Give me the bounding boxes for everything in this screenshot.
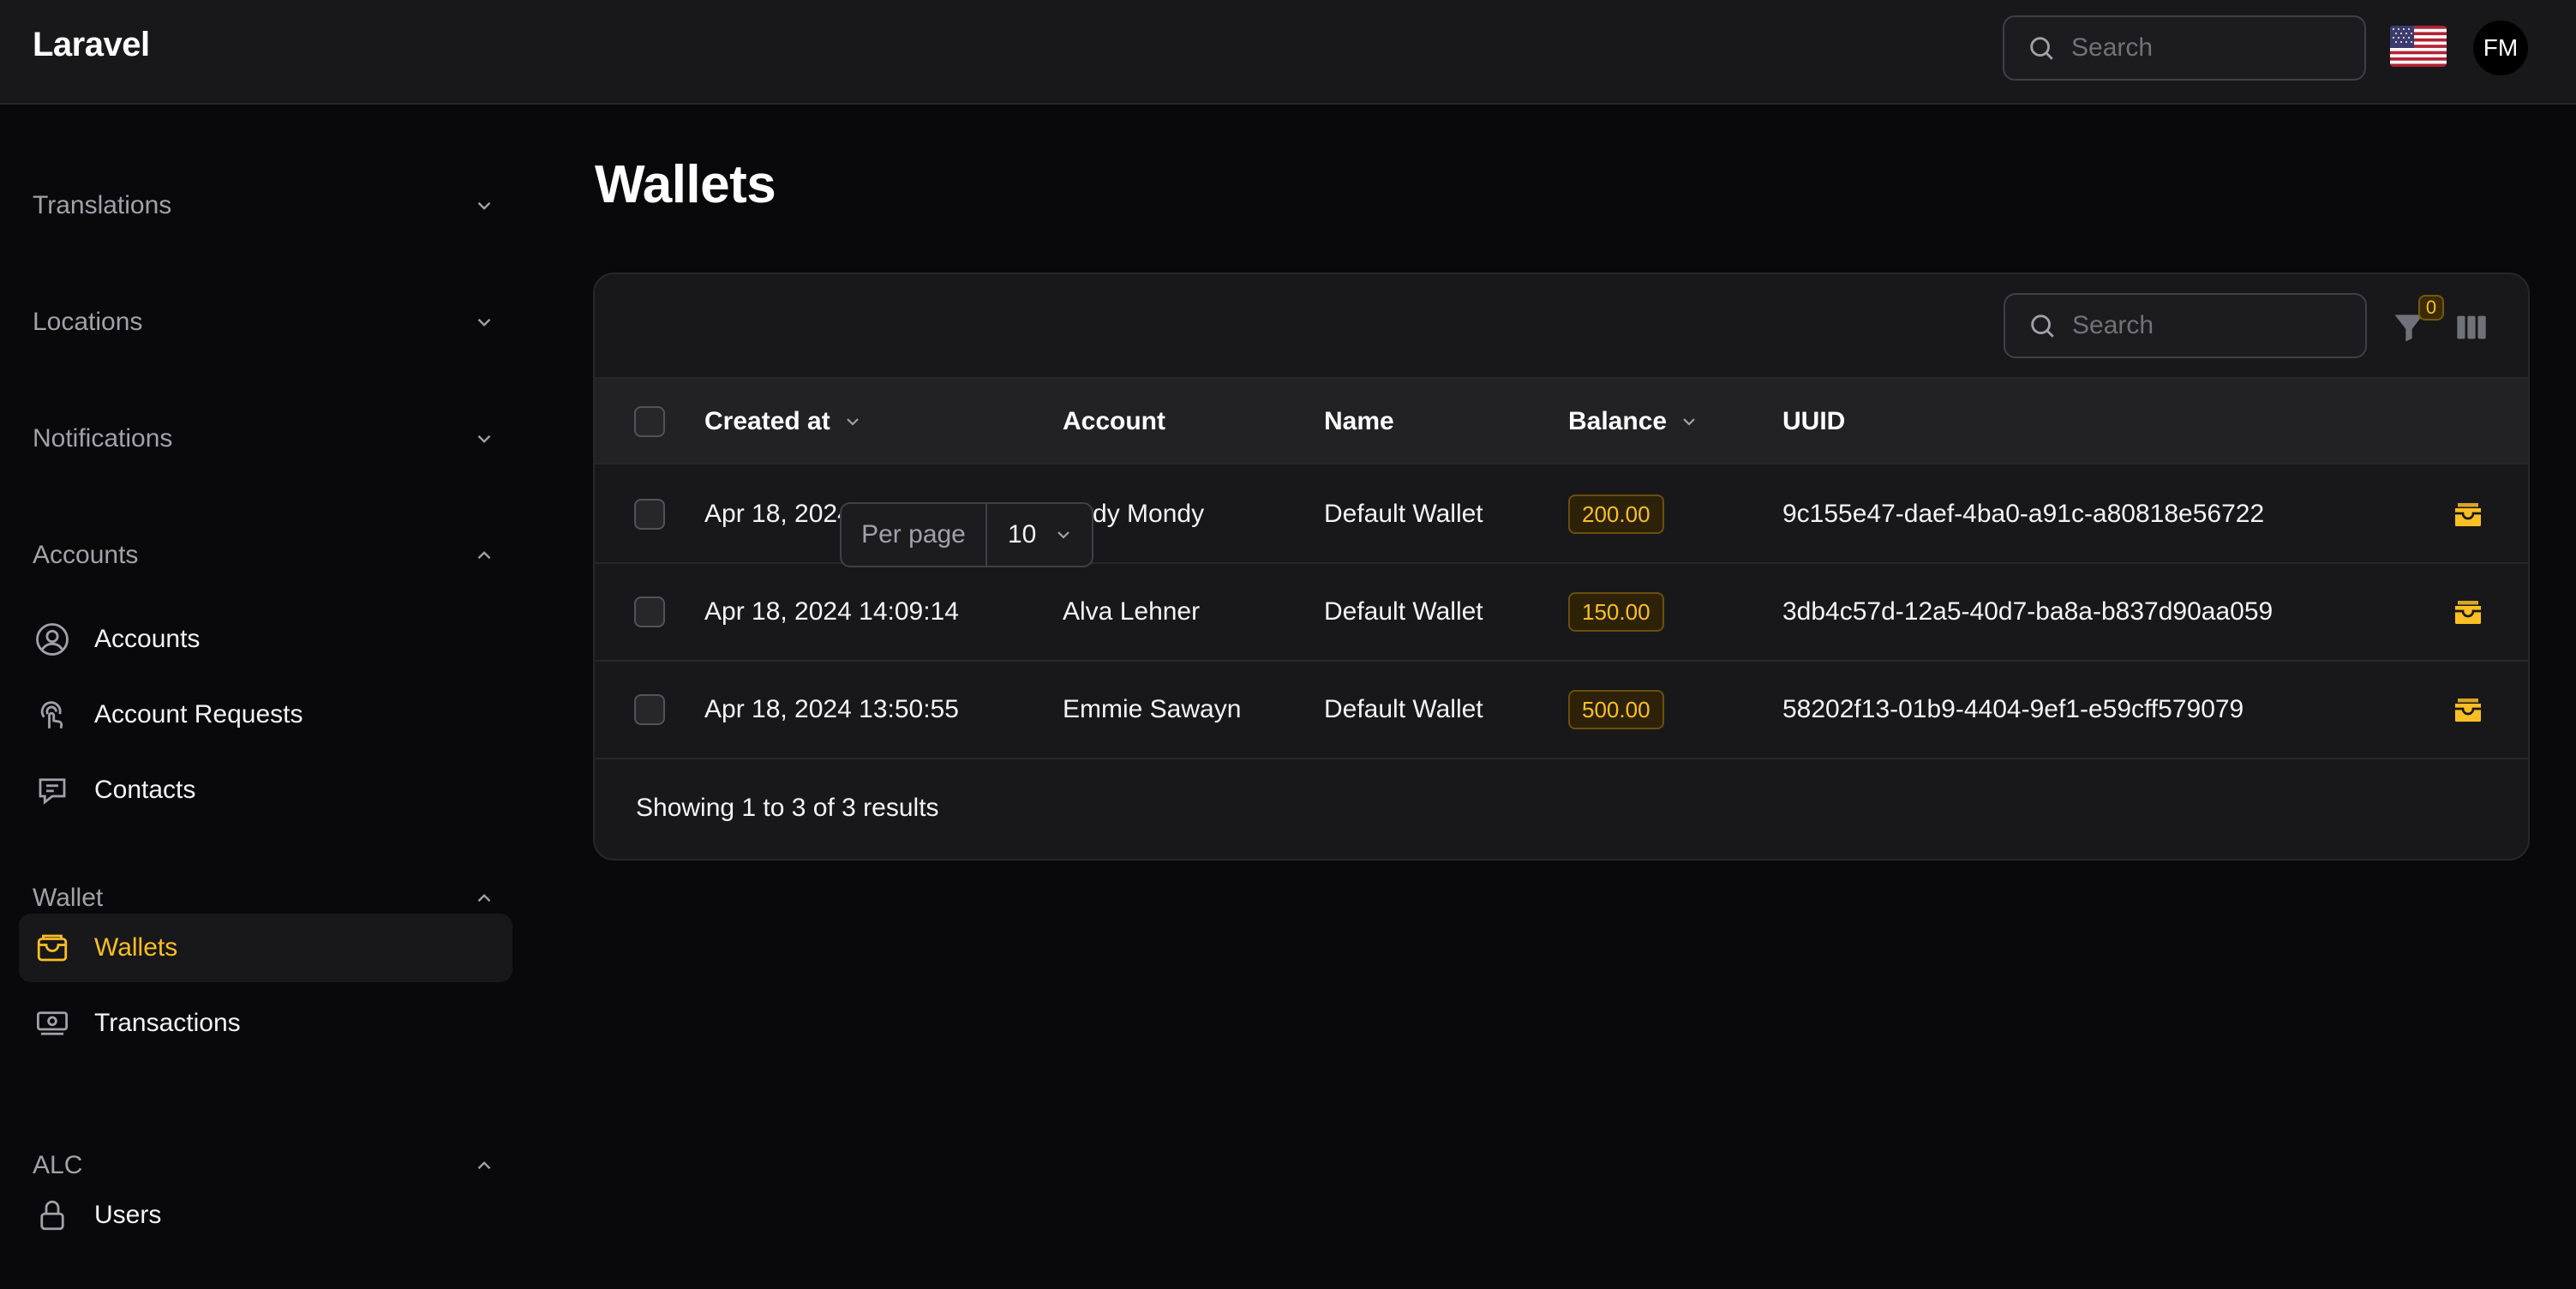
cell-created-at: Apr 18, 2024 13:50:55 (704, 695, 959, 723)
sidebar-group-label: Wallet (33, 884, 104, 912)
sidebar-group-notifications[interactable]: Notifications (33, 413, 495, 465)
sidebar: Translations Locations Notifications Acc… (0, 106, 531, 1289)
chevron-down-icon (1683, 418, 1695, 426)
column-header-created-at[interactable]: Created at (704, 379, 863, 465)
balance-badge: 500.00 (1568, 690, 1664, 729)
sidebar-item-label: Contacts (94, 776, 196, 804)
user-circle-icon (33, 620, 72, 659)
brand-logo[interactable]: Laravel (33, 26, 150, 64)
column-header-label: Name (1324, 407, 1394, 435)
balance-badge: 150.00 (1568, 592, 1664, 632)
chevron-down-icon (846, 418, 859, 426)
sidebar-group-label: Accounts (33, 541, 139, 569)
sidebar-group-label: Locations (33, 308, 143, 336)
select-all-checkbox[interactable] (634, 406, 665, 437)
row-checkbox[interactable] (634, 499, 665, 530)
column-toggle-button[interactable] (2454, 310, 2494, 350)
sidebar-group-label: Translations (33, 191, 172, 219)
column-header-label: Created at (704, 407, 830, 435)
sidebar-group-locations[interactable]: Locations (33, 297, 495, 348)
sidebar-item-label: Transactions (94, 1009, 241, 1037)
cell-uuid: 58202f13-01b9-4404-9ef1-e59cff579079 (1782, 695, 2244, 723)
sidebar-group-label: Notifications (33, 424, 173, 453)
sidebar-group-label: ALC (33, 1151, 83, 1179)
cell-name: Default Wallet (1324, 500, 1483, 528)
sidebar-group-translations[interactable]: Translations (33, 180, 495, 231)
chevron-down-icon (477, 201, 491, 210)
column-header-name: Name (1324, 379, 1394, 465)
chevron-down-icon (477, 318, 491, 327)
table-search-input[interactable] (2072, 311, 2346, 340)
column-header-label: UUID (1782, 407, 1846, 435)
column-header-balance[interactable]: Balance (1568, 379, 1699, 465)
banknotes-icon (33, 1004, 72, 1043)
sidebar-item-users[interactable]: Users (19, 1181, 512, 1250)
top-bar: Laravel FM (0, 0, 2576, 105)
chat-bubble-icon (33, 770, 72, 810)
cell-name: Default Wallet (1324, 695, 1483, 723)
chevron-down-icon (477, 435, 491, 443)
wallet-action-icon[interactable] (2453, 694, 2487, 725)
column-header-label: Account (1063, 407, 1165, 435)
chevron-up-icon (477, 1161, 491, 1170)
columns-icon (2457, 315, 2486, 339)
chevron-up-icon (477, 894, 491, 902)
table-row[interactable]: Apr 18, 2024 14:09:14 Alva Lehner Defaul… (595, 564, 2528, 662)
lock-icon (33, 1196, 72, 1235)
sidebar-group-accounts[interactable]: Accounts (33, 530, 495, 581)
cell-uuid: 9c155e47-daef-4ba0-a91c-a80818e56722 (1782, 500, 2265, 528)
table-header: Created at Account Name Balance UUID (595, 379, 2528, 465)
column-header-label: Balance (1568, 407, 1668, 435)
row-checkbox[interactable] (634, 597, 665, 627)
column-header-uuid: UUID (1782, 379, 1845, 465)
cell-name: Default Wallet (1324, 597, 1483, 626)
cell-account: Emmie Sawayn (1063, 695, 1242, 723)
us-flag-icon[interactable] (2390, 26, 2447, 67)
balance-badge: 200.00 (1568, 495, 1664, 534)
sidebar-item-label: Accounts (94, 625, 201, 653)
cell-account: Alva Lehner (1063, 597, 1201, 626)
per-page-select[interactable]: 10 (987, 504, 1092, 566)
cell-created-at: Apr 18, 2024 14:09:14 (704, 597, 959, 626)
table-footer: Showing 1 to 3 of 3 results (595, 759, 2528, 859)
wallet-icon (33, 928, 72, 968)
column-header-account: Account (1063, 379, 1165, 465)
search-icon (2030, 37, 2053, 60)
sidebar-item-label: Users (94, 1201, 162, 1229)
per-page-control: Per page 10 (840, 502, 1093, 567)
search-icon (2031, 315, 2054, 338)
page-title: Wallets (595, 155, 776, 214)
cursor-click-icon (33, 695, 72, 734)
cell-uuid: 3db4c57d-12a5-40d7-ba8a-b837d90aa059 (1782, 597, 2273, 626)
sidebar-item-label: Account Requests (94, 700, 303, 728)
table-search[interactable] (2004, 293, 2367, 358)
per-page-label: Per page (842, 504, 987, 566)
table-row[interactable]: Apr 18, 2024 13:50:55 Emmie Sawayn Defau… (595, 662, 2528, 759)
sidebar-item-accounts[interactable]: Accounts (19, 605, 512, 674)
global-search[interactable] (2003, 15, 2366, 81)
chevron-down-icon (1057, 531, 1070, 539)
per-page-value: 10 (1008, 520, 1037, 549)
sidebar-item-account-requests[interactable]: Account Requests (19, 680, 512, 749)
wallet-action-icon[interactable] (2453, 499, 2487, 530)
chevron-up-icon (477, 551, 491, 560)
sidebar-item-transactions[interactable]: Transactions (19, 989, 512, 1058)
sidebar-item-contacts[interactable]: Contacts (19, 756, 512, 824)
results-summary: Showing 1 to 3 of 3 results (636, 794, 939, 822)
global-search-input[interactable] (2071, 33, 2345, 63)
user-avatar[interactable]: FM (2473, 21, 2528, 75)
sidebar-item-label: Wallets (94, 933, 178, 962)
wallet-action-icon[interactable] (2453, 597, 2487, 627)
sidebar-item-wallets[interactable]: Wallets (19, 914, 512, 982)
filter-count-badge: 0 (2418, 295, 2444, 321)
table-toolbar: 0 (595, 274, 2528, 379)
row-checkbox[interactable] (634, 694, 665, 725)
